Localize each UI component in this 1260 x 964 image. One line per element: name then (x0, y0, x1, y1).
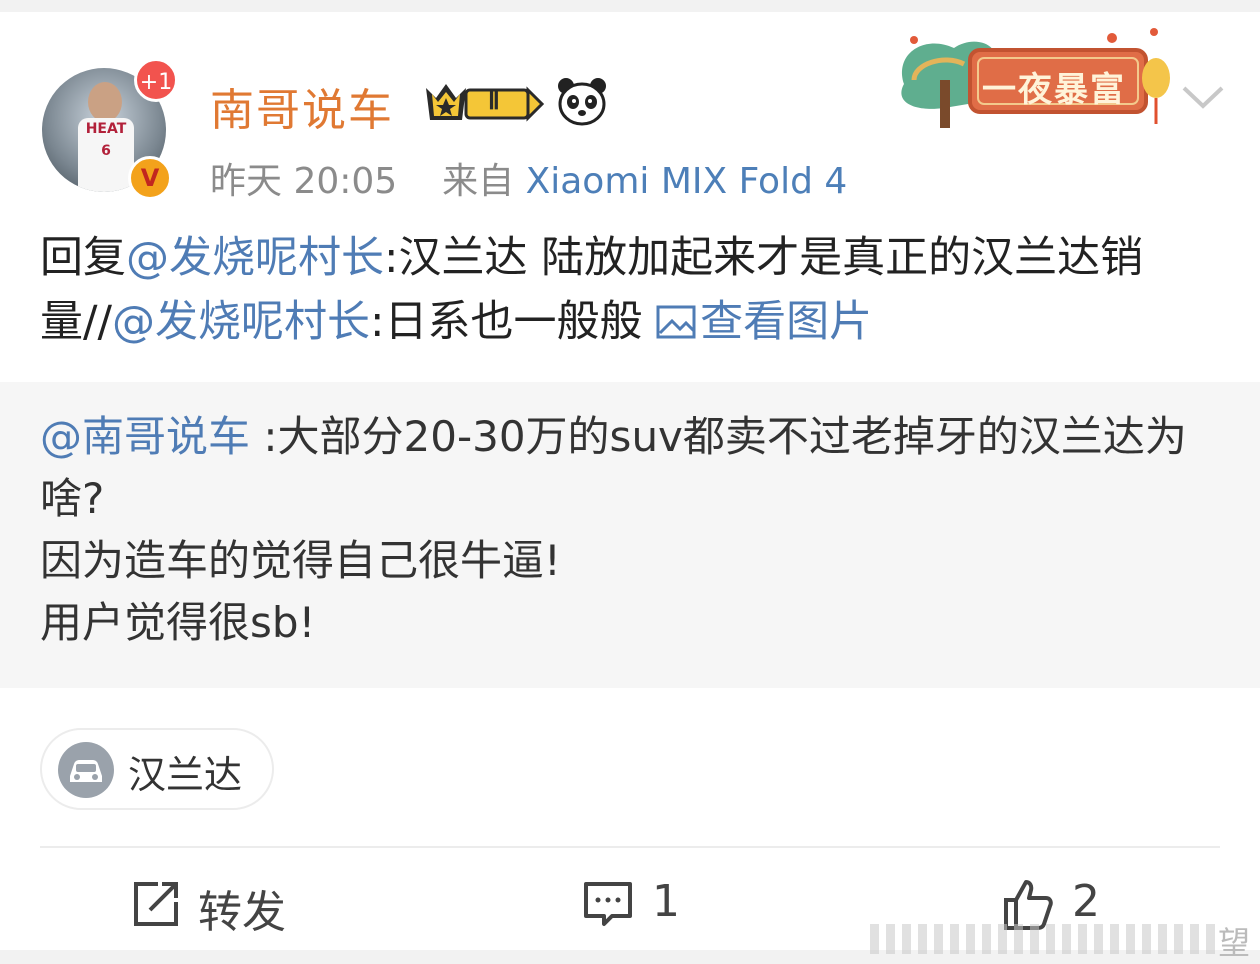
level-badge[interactable]: Ⅱ (420, 80, 546, 124)
festival-banner[interactable]: 一夜暴富 (884, 24, 1174, 132)
level-badge-number: Ⅱ (488, 89, 500, 115)
divider (40, 846, 1220, 848)
mention-link[interactable]: @发烧呢村长 (126, 233, 384, 283)
quoted-line-3: 用户觉得很sb! (40, 598, 316, 647)
quoted-content: @南哥说车 :大部分20-30万的suv都卖不过老掉牙的汉兰达为啥? 因为造车的… (40, 406, 1220, 654)
picture-icon (656, 305, 696, 339)
banner-text: 一夜暴富 (982, 70, 1126, 110)
post-text-part: :日系也一般般 (369, 297, 657, 347)
view-picture-link[interactable]: 查看图片 (656, 297, 872, 347)
comment-icon (584, 882, 632, 926)
post-content: 回复@发烧呢村长:汉兰达 陆放加起来才是真正的汉兰达销量//@发烧呢村长:日系也… (40, 226, 1220, 354)
avatar-head-shape (88, 82, 122, 122)
repost-icon (134, 882, 178, 926)
watermark-bars (870, 924, 1220, 954)
post-meta: 昨天 20:05 来自 Xiaomi MIX Fold 4 (210, 152, 847, 204)
verified-badge: V (128, 156, 172, 200)
quoted-line-2: 因为造车的觉得自己很牛逼! (40, 536, 561, 585)
quoted-post[interactable]: @南哥说车 :大部分20-30万的suv都卖不过老掉牙的汉兰达为啥? 因为造车的… (0, 382, 1260, 688)
topic-label: 汉兰达 (128, 753, 243, 797)
device-source[interactable]: Xiaomi MIX Fold 4 (526, 161, 848, 202)
post-time: 昨天 20:05 (210, 161, 398, 202)
watermark-char: 望 (1217, 924, 1250, 962)
repost-label: 转发 (198, 887, 286, 938)
chevron-down-icon[interactable] (1176, 78, 1230, 118)
reply-prefix: 回复 (40, 233, 126, 283)
avatar-area[interactable]: HEAT 6 +1 V (42, 58, 178, 200)
avatar-jersey-shape: HEAT 6 (78, 118, 134, 192)
notification-badge: +1 (134, 58, 178, 102)
topic-chip[interactable]: 汉兰达 (40, 728, 274, 810)
watermark: 望 (840, 914, 1260, 962)
panda-icon (556, 76, 608, 126)
car-icon (58, 742, 114, 798)
post-card: HEAT 6 +1 V 南哥说车 Ⅱ 昨天 20:05 来自 Xiaomi MI… (0, 12, 1260, 962)
username[interactable]: 南哥说车 (210, 74, 394, 138)
source-prefix: 来自 (442, 161, 515, 202)
comment-count: 1 (652, 876, 680, 927)
quoted-mention-link[interactable]: @南哥说车 (40, 412, 250, 461)
mention-link[interactable]: @发烧呢村长 (112, 297, 370, 347)
view-picture-label: 查看图片 (700, 297, 873, 347)
